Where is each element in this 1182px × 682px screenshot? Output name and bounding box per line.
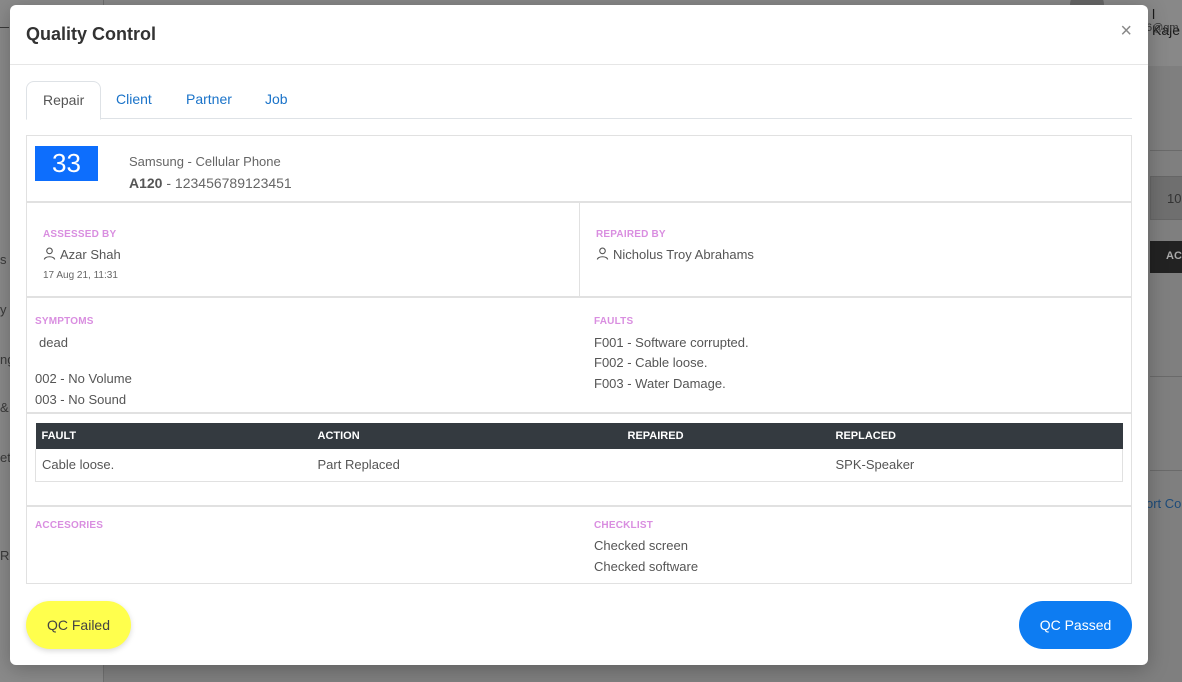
bg-divider bbox=[1150, 470, 1182, 471]
bg-divider bbox=[1150, 150, 1182, 151]
modal-title: Quality Control bbox=[26, 24, 156, 44]
bg-user-email: 6@gm bbox=[1146, 22, 1179, 34]
symptom-item: 003 - No Sound bbox=[35, 392, 127, 407]
bg-dark-button: AC bbox=[1150, 241, 1182, 273]
fault-item: F003 - Water Damage. bbox=[594, 376, 726, 391]
cell-repaired bbox=[621, 449, 830, 482]
column-header-action: ACTION bbox=[311, 423, 622, 449]
cell-action: Part Replaced bbox=[311, 449, 622, 482]
model-serial: A120 - 123456789123451 bbox=[129, 175, 292, 191]
column-header-replaced: REPLACED bbox=[829, 423, 1123, 449]
bg-input-value: 10 bbox=[1167, 191, 1182, 206]
fault-item: F002 - Cable loose. bbox=[594, 355, 708, 370]
symptom-item: 002 - No Volume bbox=[35, 371, 132, 386]
quality-control-modal: Quality Control × Repair Client Partner … bbox=[10, 5, 1148, 665]
repair-table: FAULT ACTION REPAIRED REPLACED Cable loo… bbox=[35, 423, 1123, 482]
qc-failed-button[interactable]: QC Failed bbox=[26, 601, 131, 649]
bg-sidebar-fragment: & bbox=[0, 400, 9, 415]
tab-repair[interactable]: Repair bbox=[26, 81, 102, 120]
bg-link: ort Co bbox=[1146, 496, 1182, 511]
serial-separator: - bbox=[162, 175, 175, 191]
repair-table-panel: FAULT ACTION REPAIRED REPLACED Cable loo… bbox=[26, 413, 1132, 506]
assessed-by-value: Azar Shah bbox=[43, 247, 121, 262]
accessories-label: ACCESORIES bbox=[35, 520, 104, 531]
user-icon bbox=[596, 247, 609, 260]
symptoms-faults-panel: SYMPTOMS dead 002 - No Volume 003 - No S… bbox=[26, 297, 1132, 413]
symptom-item: dead bbox=[39, 335, 68, 350]
close-icon[interactable]: × bbox=[1120, 21, 1132, 41]
repaired-by-name: Nicholus Troy Abrahams bbox=[613, 247, 754, 262]
technician-panel: ASSESSED BY Azar Shah 17 Aug 21, 11:31 R… bbox=[26, 202, 1132, 297]
serial-number: 123456789123451 bbox=[174, 175, 292, 191]
faults-label: FAULTS bbox=[594, 316, 634, 327]
bg-input-box: 10 bbox=[1150, 176, 1182, 220]
repaired-by-label: REPAIRED BY bbox=[596, 229, 666, 240]
assessed-by-label: ASSESSED BY bbox=[43, 229, 117, 240]
checklist-item: Checked screen bbox=[594, 538, 688, 553]
tab-client[interactable]: Client bbox=[100, 81, 168, 119]
device-name: Samsung - Cellular Phone bbox=[129, 154, 281, 169]
job-number-badge: 33 bbox=[35, 146, 98, 181]
tab-partner[interactable]: Partner bbox=[170, 81, 248, 119]
qc-passed-button[interactable]: QC Passed bbox=[1019, 601, 1132, 649]
cell-replaced: SPK-Speaker bbox=[829, 449, 1123, 482]
job-summary-panel: 33 Samsung - Cellular Phone A120 - 12345… bbox=[26, 135, 1132, 202]
tab-job[interactable]: Job bbox=[249, 81, 304, 119]
bg-sidebar-fragment: y bbox=[0, 302, 7, 317]
fault-item: F001 - Software corrupted. bbox=[594, 335, 749, 350]
assessed-by-name: Azar Shah bbox=[60, 247, 121, 262]
column-header-repaired: REPAIRED bbox=[621, 423, 830, 449]
symptoms-label: SYMPTOMS bbox=[35, 316, 94, 327]
bg-sidebar-fragment: s bbox=[0, 252, 7, 267]
table-row: Cable loose. Part Replaced SPK-Speaker bbox=[35, 449, 1123, 482]
accessories-checklist-panel: ACCESORIES CHECKLIST Checked screen Chec… bbox=[26, 506, 1132, 584]
column-header-fault: FAULT bbox=[35, 423, 312, 449]
user-icon bbox=[43, 247, 56, 260]
table-header-row: FAULT ACTION REPAIRED REPLACED bbox=[35, 423, 1123, 449]
model-name: A120 bbox=[129, 175, 163, 191]
checklist-label: CHECKLIST bbox=[594, 520, 654, 531]
modal-header: Quality Control × bbox=[10, 5, 1148, 65]
repaired-by-value: Nicholus Troy Abrahams bbox=[596, 247, 754, 262]
bg-divider bbox=[1150, 376, 1182, 377]
assessed-date: 17 Aug 21, 11:31 bbox=[43, 270, 118, 281]
tab-bar: Repair Client Partner Job bbox=[26, 81, 1132, 120]
column-divider bbox=[579, 203, 580, 296]
cell-fault: Cable loose. bbox=[35, 449, 312, 482]
checklist-item: Checked software bbox=[594, 559, 699, 574]
